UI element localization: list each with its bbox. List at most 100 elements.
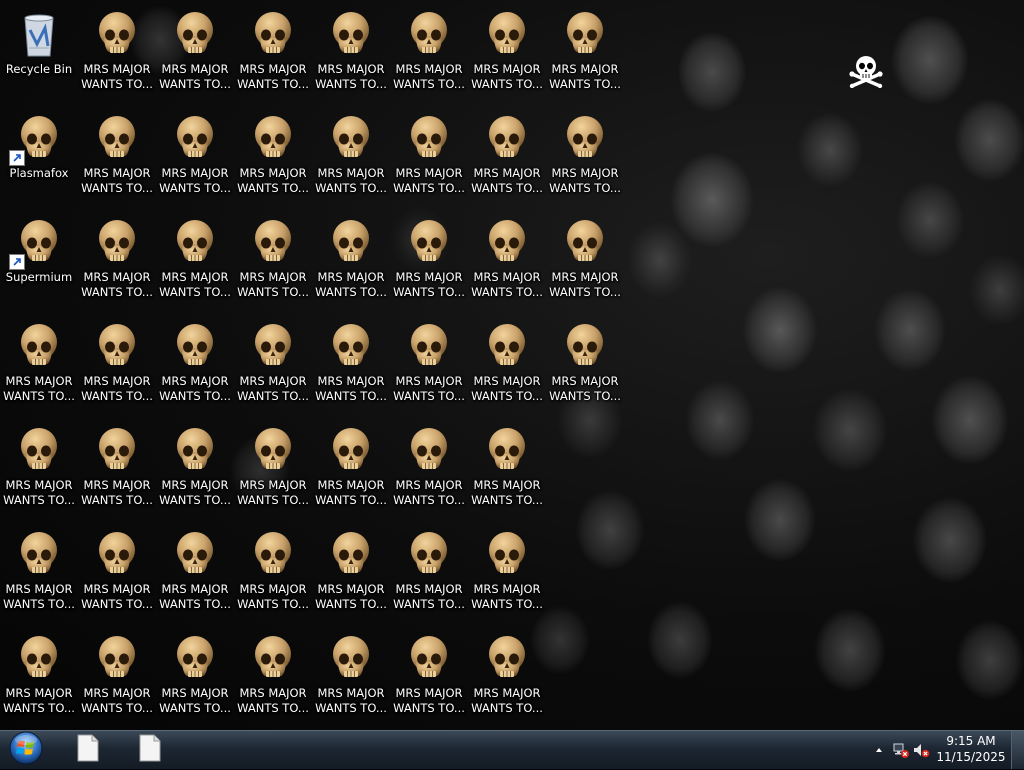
mrs-major-file-icon[interactable]: MRS MAJOR WANTS TO... xyxy=(79,628,155,724)
mrs-major-file-label: MRS MAJOR WANTS TO... xyxy=(471,270,543,299)
skull-icon xyxy=(17,322,61,372)
clock[interactable]: 9:15 AM 11/15/2025 xyxy=(928,733,1014,765)
mrs-major-file-icon[interactable]: MRS MAJOR WANTS TO... xyxy=(313,524,389,620)
mrs-major-file-icon[interactable]: MRS MAJOR WANTS TO... xyxy=(79,524,155,620)
mrs-major-file-icon[interactable]: MRS MAJOR WANTS TO... xyxy=(547,108,623,204)
mrs-major-file-icon[interactable]: MRS MAJOR WANTS TO... xyxy=(79,420,155,516)
mrs-major-file-label: MRS MAJOR WANTS TO... xyxy=(471,686,543,715)
mrs-major-file-icon[interactable]: MRS MAJOR WANTS TO... xyxy=(1,316,77,412)
mrs-major-file-icon[interactable]: MRS MAJOR WANTS TO... xyxy=(391,316,467,412)
mrs-major-file-icon[interactable]: MRS MAJOR WANTS TO... xyxy=(313,316,389,412)
mrs-major-file-icon[interactable]: MRS MAJOR WANTS TO... xyxy=(157,108,233,204)
skull-icon xyxy=(563,322,607,372)
mrs-major-file-icon[interactable]: MRS MAJOR WANTS TO... xyxy=(391,524,467,620)
mrs-major-file-icon[interactable]: MRS MAJOR WANTS TO... xyxy=(79,212,155,308)
mrs-major-file-icon[interactable]: MRS MAJOR WANTS TO... xyxy=(313,628,389,724)
skull-icon xyxy=(251,10,295,60)
skull-icon xyxy=(407,634,451,684)
mrs-major-file-icon[interactable]: MRS MAJOR WANTS TO... xyxy=(235,108,311,204)
mrs-major-file-label: MRS MAJOR WANTS TO... xyxy=(393,582,465,611)
mrs-major-file-icon[interactable]: MRS MAJOR WANTS TO... xyxy=(235,316,311,412)
mrs-major-file-label: MRS MAJOR WANTS TO... xyxy=(237,582,309,611)
desktop[interactable]: Recycle Bin Plasmafox Supermium MRS MAJO… xyxy=(0,0,1024,730)
mrs-major-file-icon[interactable]: MRS MAJOR WANTS TO... xyxy=(235,212,311,308)
skull-icon xyxy=(563,10,607,60)
mrs-major-file-icon[interactable]: MRS MAJOR WANTS TO... xyxy=(157,212,233,308)
skull-icon xyxy=(329,114,373,164)
mrs-major-file-label: MRS MAJOR WANTS TO... xyxy=(81,582,153,611)
up-arrow-icon[interactable] xyxy=(870,741,888,759)
mrs-major-file-icon[interactable]: MRS MAJOR WANTS TO... xyxy=(157,628,233,724)
mrs-major-file-label: MRS MAJOR WANTS TO... xyxy=(3,582,75,611)
mrs-major-file-icon[interactable]: MRS MAJOR WANTS TO... xyxy=(547,212,623,308)
plasmafox-label: Plasmafox xyxy=(9,166,69,180)
mrs-major-file-icon[interactable]: MRS MAJOR WANTS TO... xyxy=(157,420,233,516)
mrs-major-file-label: MRS MAJOR WANTS TO... xyxy=(393,62,465,91)
mrs-major-file-label: MRS MAJOR WANTS TO... xyxy=(237,686,309,715)
mrs-major-file-icon[interactable]: MRS MAJOR WANTS TO... xyxy=(1,628,77,724)
taskbar-button-2[interactable] xyxy=(124,734,176,766)
mrs-major-file-icon[interactable]: MRS MAJOR WANTS TO... xyxy=(157,316,233,412)
mrs-major-file-label: MRS MAJOR WANTS TO... xyxy=(81,686,153,715)
mrs-major-file-icon[interactable]: MRS MAJOR WANTS TO... xyxy=(547,316,623,412)
mrs-major-file-icon[interactable]: MRS MAJOR WANTS TO... xyxy=(469,212,545,308)
mrs-major-file-label: MRS MAJOR WANTS TO... xyxy=(549,374,621,403)
mrs-major-file-icon[interactable]: MRS MAJOR WANTS TO... xyxy=(469,524,545,620)
mrs-major-file-icon[interactable]: MRS MAJOR WANTS TO... xyxy=(547,4,623,100)
taskbar-button-1[interactable] xyxy=(62,734,114,766)
mrs-major-file-icon[interactable]: MRS MAJOR WANTS TO... xyxy=(469,316,545,412)
mrs-major-file-icon[interactable]: MRS MAJOR WANTS TO... xyxy=(157,524,233,620)
mrs-major-file-label: MRS MAJOR WANTS TO... xyxy=(159,374,231,403)
mrs-major-file-icon[interactable]: MRS MAJOR WANTS TO... xyxy=(469,108,545,204)
mrs-major-file-icon[interactable]: MRS MAJOR WANTS TO... xyxy=(313,4,389,100)
mrs-major-file-icon[interactable]: MRS MAJOR WANTS TO... xyxy=(79,4,155,100)
mrs-major-file-label: MRS MAJOR WANTS TO... xyxy=(237,166,309,195)
skull-icon xyxy=(485,218,529,268)
skull-icon xyxy=(173,426,217,476)
skull-icon xyxy=(329,634,373,684)
mrs-major-file-label: MRS MAJOR WANTS TO... xyxy=(471,582,543,611)
mrs-major-file-icon[interactable]: MRS MAJOR WANTS TO... xyxy=(469,420,545,516)
skull-icon xyxy=(95,114,139,164)
recycle-bin-desktop-icon[interactable]: Recycle Bin xyxy=(1,4,77,100)
show-desktop-button[interactable] xyxy=(1011,731,1024,769)
mrs-major-file-label: MRS MAJOR WANTS TO... xyxy=(3,686,75,715)
mrs-major-file-icon[interactable]: MRS MAJOR WANTS TO... xyxy=(79,108,155,204)
mrs-major-file-icon[interactable]: MRS MAJOR WANTS TO... xyxy=(391,420,467,516)
mrs-major-file-icon[interactable]: MRS MAJOR WANTS TO... xyxy=(235,628,311,724)
mrs-major-file-icon[interactable]: MRS MAJOR WANTS TO... xyxy=(391,4,467,100)
start-button[interactable] xyxy=(6,731,46,768)
supermium-desktop-icon[interactable]: Supermium xyxy=(1,212,77,308)
mrs-major-file-label: MRS MAJOR WANTS TO... xyxy=(81,270,153,299)
mrs-major-file-icon[interactable]: MRS MAJOR WANTS TO... xyxy=(391,212,467,308)
mrs-major-file-label: MRS MAJOR WANTS TO... xyxy=(3,478,75,507)
mrs-major-file-label: MRS MAJOR WANTS TO... xyxy=(393,270,465,299)
skull-icon xyxy=(563,114,607,164)
skull-icon xyxy=(95,530,139,580)
mrs-major-file-icon[interactable]: MRS MAJOR WANTS TO... xyxy=(313,420,389,516)
mrs-major-file-icon[interactable]: MRS MAJOR WANTS TO... xyxy=(313,108,389,204)
mrs-major-file-icon[interactable]: MRS MAJOR WANTS TO... xyxy=(469,4,545,100)
mrs-major-file-label: MRS MAJOR WANTS TO... xyxy=(237,478,309,507)
mrs-major-file-label: MRS MAJOR WANTS TO... xyxy=(237,270,309,299)
mrs-major-file-icon[interactable]: MRS MAJOR WANTS TO... xyxy=(469,628,545,724)
mrs-major-file-icon[interactable]: MRS MAJOR WANTS TO... xyxy=(235,4,311,100)
mrs-major-file-icon[interactable]: MRS MAJOR WANTS TO... xyxy=(79,316,155,412)
mrs-major-file-icon[interactable]: MRS MAJOR WANTS TO... xyxy=(157,4,233,100)
mrs-major-file-icon[interactable]: MRS MAJOR WANTS TO... xyxy=(391,108,467,204)
skull-icon xyxy=(173,634,217,684)
skull-icon xyxy=(17,634,61,684)
skull-icon xyxy=(17,530,61,580)
mrs-major-file-icon[interactable]: MRS MAJOR WANTS TO... xyxy=(391,628,467,724)
plasmafox-desktop-icon[interactable]: Plasmafox xyxy=(1,108,77,204)
mrs-major-file-icon[interactable]: MRS MAJOR WANTS TO... xyxy=(1,524,77,620)
network-error-icon[interactable] xyxy=(892,741,910,759)
skull-icon xyxy=(251,114,295,164)
mrs-major-file-label: MRS MAJOR WANTS TO... xyxy=(315,270,387,299)
mrs-major-file-icon[interactable]: MRS MAJOR WANTS TO... xyxy=(1,420,77,516)
skull-icon xyxy=(251,426,295,476)
blank-document-icon xyxy=(138,734,162,766)
mrs-major-file-icon[interactable]: MRS MAJOR WANTS TO... xyxy=(235,524,311,620)
mrs-major-file-icon[interactable]: MRS MAJOR WANTS TO... xyxy=(313,212,389,308)
mrs-major-file-icon[interactable]: MRS MAJOR WANTS TO... xyxy=(235,420,311,516)
